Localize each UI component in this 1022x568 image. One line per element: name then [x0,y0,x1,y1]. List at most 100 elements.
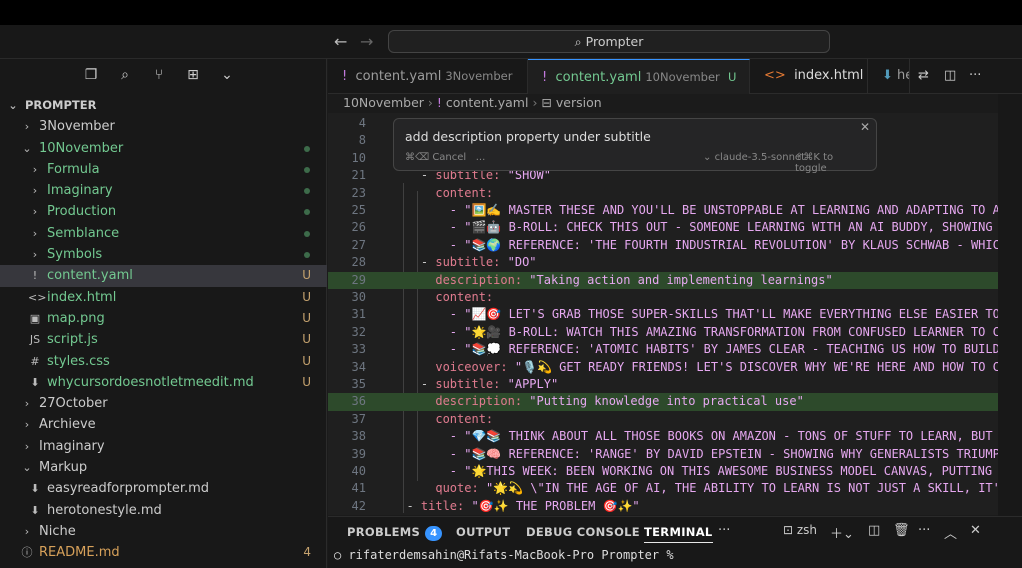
tree-item[interactable]: ⬇ herotonestyle.md [0,500,327,521]
code-line[interactable]: 33 - "📚💭 REFERENCE: 'ATOMIC HABITS' BY J… [328,341,998,358]
tab-debug-console[interactable]: DEBUG CONSOLE [526,525,640,539]
code-text: - "💎📚 THINK ABOUT ALL THOSE BOOKS ON AMA… [392,429,998,444]
tree-item[interactable]: › Production [0,201,327,222]
tree-item[interactable]: › Niche [0,521,327,542]
new-terminal-icon[interactable]: ＋⌄ [830,523,854,542]
code-line[interactable]: 39 - "📚🧠 REFERENCE: 'RANGE' BY DAVID EPS… [328,446,998,463]
code-line[interactable]: 32 - "🌟🎥 B-ROLL: WATCH THIS AMAZING TRAN… [328,324,998,341]
breadcrumb-symbol[interactable]: version [556,95,602,110]
more-actions-icon[interactable]: ··· [969,68,981,83]
maximize-panel-icon[interactable]: ︿ [944,523,957,542]
code-line[interactable]: 34 voiceover: "🎙️💫 GET READY FRIENDS! LE… [328,359,998,376]
code-line[interactable]: 36 description: "Putting knowledge into … [328,393,998,411]
split-editor-icon[interactable]: ◫ [944,68,956,83]
tree-item-label: whycursordoesnotletmeedit.md [47,374,254,390]
chevron-down-icon[interactable]: ⌄ [216,67,238,87]
close-panel-icon[interactable]: ✕ [970,523,981,538]
tree-item-label: Archieve [39,417,96,433]
chevron-right-icon: › [32,184,38,198]
tree-item[interactable]: › Imaginary [0,180,327,201]
breadcrumb-file[interactable]: content.yaml [446,95,529,110]
code-text: quote: "🌟💫 \"IN THE AGE OF AI, THE ABILI… [435,481,998,496]
code-line[interactable]: 25 - "🖼️✍️ MASTER THESE AND YOU'LL BE UN… [328,202,998,219]
markdown-file-icon: ⬇ [30,375,40,389]
tab-index-html[interactable]: <> index.html [750,59,868,94]
tree-item[interactable]: › Imaginary [0,436,327,457]
terminal-shell-selector[interactable]: ⊡ zsh [783,523,817,537]
code-line[interactable]: 30 content: [328,289,998,306]
bottom-panel: PROBLEMS 4 OUTPUT DEBUG CONSOLE TERMINAL … [328,516,1022,568]
code-line[interactable]: 37 content: [328,411,998,428]
code-line[interactable]: 26 - "🎬🤖 B-ROLL: CHECK THIS OUT - SOMEON… [328,219,998,236]
more-actions-icon[interactable]: ··· [918,523,930,538]
back-arrow-icon[interactable]: ← [334,32,347,51]
search-icon[interactable]: ⌕ [114,67,136,87]
tab-output[interactable]: OUTPUT [456,525,510,539]
inline-prompt-box[interactable]: add description property under subtitle … [393,118,877,174]
code-line[interactable]: 28 - subtitle: "DO" [328,254,998,271]
tree-item[interactable]: ⬇ easyreadforprompter.md [0,478,327,499]
split-terminal-icon[interactable]: ◫ [868,523,880,538]
minimap[interactable] [998,94,1022,516]
close-icon[interactable]: ✕ [860,120,870,134]
tab-he[interactable]: ⬇ he [868,59,910,94]
tree-item[interactable]: ⌄ Markup [0,457,327,478]
tree-item[interactable]: ⬇ whycursordoesnotletmeedit.md U [0,372,327,393]
tree-item-label: Formula [47,161,100,177]
code-editor[interactable]: 4 8 10 21 - subtitle: "SHOW" 23 content: 25 -… [328,113,998,515]
code-line[interactable]: 41 quote: "🌟💫 \"IN THE AGE OF AI, THE AB… [328,480,998,497]
yaml-file-icon: ! [342,69,348,84]
tree-item[interactable]: # styles.css U [0,351,327,372]
trash-icon[interactable]: 🗑 [893,523,910,538]
extensions-icon[interactable]: ⊞ [182,67,204,87]
compare-icon[interactable]: ⇄ [918,68,929,83]
code-line[interactable]: 29 description: "Taking action and imple… [328,271,998,289]
tree-item[interactable]: › Archieve [0,414,327,435]
tab-problems[interactable]: PROBLEMS 4 [347,525,443,541]
code-line[interactable]: 27 - "📚🌍 REFERENCE: 'THE FOURTH INDUSTRI… [328,237,998,254]
explorer-root[interactable]: ⌄ PROMPTER [0,95,327,116]
panel-more-icon[interactable]: ··· [718,523,730,538]
tree-item[interactable]: › 3November [0,116,327,137]
model-selector[interactable]: ⌄ claude-3.5-sonnet [703,152,805,163]
tree-item[interactable]: › Formula [0,159,327,180]
tab-content-yaml-3november[interactable]: ! content.yaml 3November [328,59,528,94]
tree-item[interactable]: ⌄ 10November [0,138,327,159]
css-file-icon: # [30,354,40,368]
file-status-badge: U [302,374,311,389]
tree-item[interactable]: ▣ map.png U [0,308,327,329]
code-line[interactable]: 40 - "🌟THIS WEEK: BEEN WORKING ON THIS A… [328,463,998,480]
cancel-button[interactable]: ⌘⌫ Cancel [405,152,466,163]
tab-sublabel: 3November [445,69,513,83]
tab-label: content.yaml [555,70,642,85]
chevron-right-icon: › [32,205,38,219]
prompt-text[interactable]: add description property under subtitle [405,129,651,144]
more-options-button[interactable]: ... [476,152,486,163]
tree-item[interactable]: › 27October [0,393,327,414]
terminal-output[interactable]: ○ rifaterdemsahin@Rifats-MacBook-Pro Pro… [334,548,674,562]
tab-content-yaml-10november[interactable]: ! content.yaml10November U ● [528,59,750,94]
tree-item[interactable]: › Symbols [0,244,327,265]
tree-item[interactable]: ⓘ README.md 4 [0,542,327,563]
markdown-file-icon: ⬇ [30,482,40,496]
code-line[interactable]: 23 content: [328,185,998,202]
code-line[interactable]: 35 - subtitle: "APPLY" [328,376,998,393]
tree-item[interactable]: <>index.html U [0,287,327,308]
code-line[interactable]: 31 - "📈🎯 LET'S GRAB THOSE SUPER-SKILLS T… [328,306,998,323]
code-line[interactable]: 38 - "💎📚 THINK ABOUT ALL THOSE BOOKS ON … [328,428,998,445]
tree-item[interactable]: ! content.yaml U [0,265,327,287]
breadcrumb-folder[interactable]: 10November [343,95,424,110]
yaml-file-icon: ! [32,269,38,283]
explorer-icon[interactable]: ❐ [80,67,102,87]
tree-item-label: index.html [47,289,117,305]
command-center-search[interactable]: ⌕ Prompter [388,30,830,53]
line-number: 21 [351,168,366,183]
prompt-meta: ⌘⌫ Cancel ... ⌄ claude-3.5-sonnet ⇧⌘K to… [405,152,865,174]
tree-item[interactable]: JS script.js U [0,329,327,350]
tab-terminal[interactable]: TERMINAL [644,525,713,543]
code-line[interactable]: 42 - title: "🎯✨ THE PROBLEM 🎯✨" [328,498,998,515]
line-number: 4 [358,116,366,130]
tree-item[interactable]: › Semblance [0,223,327,244]
source-control-icon[interactable]: ⑂ [148,67,170,87]
forward-arrow-icon[interactable]: → [360,32,373,51]
